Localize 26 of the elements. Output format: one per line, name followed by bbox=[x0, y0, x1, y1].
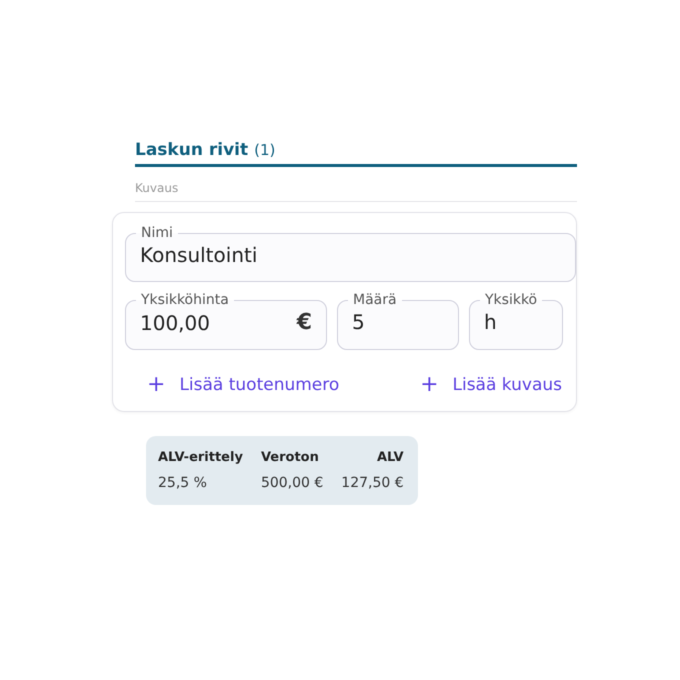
section-title: Laskun rivit bbox=[135, 140, 248, 160]
column-header: Veroton bbox=[260, 450, 320, 465]
input-field[interactable]: Määrä 5 bbox=[337, 292, 459, 350]
column-header: ALV bbox=[376, 450, 404, 465]
field-label: Yksikkö bbox=[484, 292, 538, 308]
input-field[interactable]: Yksikkö h bbox=[469, 292, 563, 350]
field-value: 5 bbox=[352, 310, 365, 334]
add-link[interactable]: + Lisää kuvaus bbox=[420, 372, 562, 397]
table-cell: 500,00 € bbox=[260, 475, 324, 491]
row-count: (1) bbox=[254, 141, 276, 159]
currency-suffix: € bbox=[296, 310, 312, 335]
field-label: Yksikköhinta bbox=[140, 292, 230, 308]
column-label: Kuvaus bbox=[135, 181, 577, 202]
field-value: h bbox=[484, 310, 497, 334]
table-cell-text: 25,5 % bbox=[158, 475, 208, 491]
input-field[interactable]: Yksikköhinta 100,00 € bbox=[125, 292, 327, 350]
field-value: 100,00 bbox=[140, 310, 210, 334]
table-cell: 127,50 € bbox=[341, 475, 404, 491]
column-header: ALV-erittely bbox=[158, 450, 243, 465]
field-value: Konsultointi bbox=[140, 243, 258, 267]
plus-icon: + bbox=[147, 372, 166, 397]
field-label: Nimi bbox=[140, 225, 174, 241]
field-label: Määrä bbox=[352, 292, 398, 308]
add-link[interactable]: + Lisää tuotenumero bbox=[147, 372, 340, 397]
plus-icon: + bbox=[420, 372, 438, 397]
input-field[interactable]: Nimi Konsultointi bbox=[125, 225, 576, 282]
